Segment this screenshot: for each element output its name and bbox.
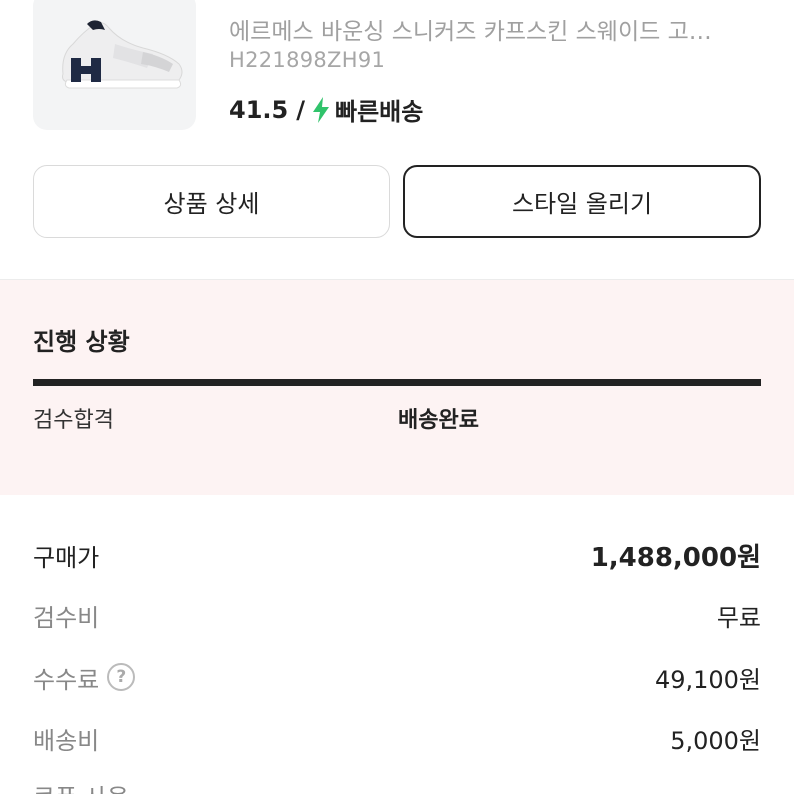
option-separator: / xyxy=(296,95,305,124)
price-label: 쿠폰 사용 xyxy=(33,778,129,794)
progress-title: 진행 상황 xyxy=(33,328,130,356)
price-row-coupon: 쿠폰 사용 xyxy=(33,775,761,794)
product-code: H221898ZH91 xyxy=(229,48,386,72)
product-thumbnail[interactable] xyxy=(33,0,196,130)
price-value: 1,488,000원 xyxy=(590,542,761,573)
progress-section: 진행 상황 검수합격 배송완료 xyxy=(0,279,794,495)
price-value: 무료 xyxy=(716,603,761,632)
price-row-fee: 수수료 ? 49,100원 xyxy=(33,657,761,697)
price-row-purchase: 구매가 1,488,000원 xyxy=(33,535,761,575)
help-icon[interactable]: ? xyxy=(107,663,136,691)
price-label: 배송비 xyxy=(33,726,100,755)
price-label: 검수비 xyxy=(33,603,100,632)
product-size: 41.5 xyxy=(229,95,289,124)
product-option: 41.5 / 빠른배송 xyxy=(229,92,423,127)
price-value: 5,000원 xyxy=(670,726,761,755)
step-inspection-passed: 검수합격 xyxy=(33,408,114,433)
price-label: 수수료 xyxy=(33,665,100,694)
price-row-shipping: 배송비 5,000원 xyxy=(33,718,761,758)
lightning-icon xyxy=(312,96,329,123)
price-label: 구매가 xyxy=(33,543,100,572)
price-label-wrap: 수수료 ? xyxy=(33,660,136,695)
sneaker-image xyxy=(62,20,183,89)
fast-shipping-label: 빠른배송 xyxy=(334,98,424,126)
product-detail-button[interactable]: 상품 상세 xyxy=(33,165,390,238)
upload-style-button[interactable]: 스타일 올리기 xyxy=(403,165,761,238)
product-subtitle: 에르메스 바운싱 스니커즈 카프스킨 스웨이드 고… xyxy=(229,19,712,45)
progress-fill xyxy=(33,379,761,386)
progress-bar xyxy=(33,379,761,386)
product-card[interactable]: 에르메스 바운싱 스니커즈 카프스킨 스웨이드 고… H221898ZH91 4… xyxy=(0,0,794,150)
price-value: 49,100원 xyxy=(654,665,761,694)
step-delivered: 배송완료 xyxy=(398,408,479,433)
price-row-inspection: 검수비 무료 xyxy=(33,595,761,635)
